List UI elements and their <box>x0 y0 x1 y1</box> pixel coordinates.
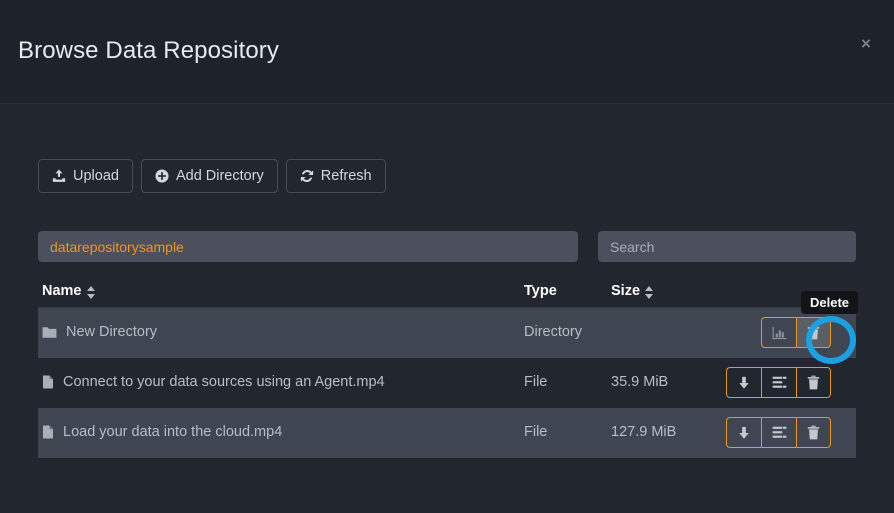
refresh-button[interactable]: Refresh <box>285 159 386 193</box>
bar-chart-icon <box>772 326 787 340</box>
row-size-cell: 127.9 MiB <box>611 424 677 440</box>
column-header-type-label: Type <box>524 283 557 299</box>
sort-icon[interactable] <box>86 285 95 299</box>
sort-icon[interactable] <box>645 285 654 299</box>
delete-button[interactable] <box>796 367 831 398</box>
download-icon <box>737 426 751 440</box>
statistics-button[interactable] <box>761 317 796 348</box>
column-header-name[interactable]: Name <box>42 283 95 299</box>
column-header-size[interactable]: Size <box>611 283 654 299</box>
add-directory-button-label: Add Directory <box>175 168 264 184</box>
row-actions <box>726 417 831 448</box>
column-header-type[interactable]: Type <box>524 283 557 299</box>
row-size-cell: 35.9 MiB <box>611 374 669 390</box>
add-directory-button[interactable]: Add Directory <box>140 159 278 193</box>
upload-icon <box>52 169 66 183</box>
row-name-cell: New Directory <box>42 324 157 340</box>
download-button[interactable] <box>726 367 761 398</box>
refresh-button-label: Refresh <box>320 168 372 184</box>
path-input[interactable] <box>38 231 578 262</box>
trash-icon <box>807 375 820 390</box>
toolbar: Upload Add Directory Refresh <box>38 159 386 193</box>
row-name-label: New Directory <box>66 324 158 340</box>
row-actions <box>761 317 831 348</box>
delete-button[interactable] <box>796 317 831 348</box>
file-table: Name Type Size New Directory Directory C… <box>38 280 856 458</box>
folder-icon <box>42 326 57 339</box>
column-header-size-label: Size <box>611 283 641 299</box>
filter-row <box>38 231 856 262</box>
page-title: Browse Data Repository <box>18 37 279 64</box>
file-icon <box>42 425 54 439</box>
browse-data-repository-dialog: Browse Data Repository × Upload Add Dire… <box>0 0 894 513</box>
details-button[interactable] <box>761 367 796 398</box>
table-row[interactable]: Load your data into the cloud.mp4 File 1… <box>38 408 856 458</box>
upload-button[interactable]: Upload <box>38 159 133 193</box>
list-icon <box>772 376 787 389</box>
row-actions <box>726 367 831 398</box>
plus-circle-icon <box>155 169 169 183</box>
row-type-cell: File <box>524 424 548 440</box>
upload-button-label: Upload <box>73 168 119 184</box>
refresh-icon <box>300 169 314 183</box>
download-button[interactable] <box>726 417 761 448</box>
delete-button[interactable] <box>796 417 831 448</box>
download-icon <box>737 376 751 390</box>
row-name-label: Connect to your data sources using an Ag… <box>63 374 385 390</box>
table-row[interactable]: New Directory Directory <box>38 308 856 358</box>
file-icon <box>42 375 54 389</box>
delete-tooltip: Delete <box>801 291 859 314</box>
details-button[interactable] <box>761 417 796 448</box>
table-header-row: Name Type Size <box>38 280 856 308</box>
row-type-cell: File <box>524 374 548 390</box>
row-name-cell: Load your data into the cloud.mp4 <box>42 424 282 440</box>
search-input[interactable] <box>598 231 856 262</box>
list-icon <box>772 426 787 439</box>
row-name-cell: Connect to your data sources using an Ag… <box>42 374 385 390</box>
close-icon[interactable]: × <box>855 33 877 55</box>
table-row[interactable]: Connect to your data sources using an Ag… <box>38 358 856 408</box>
column-header-name-label: Name <box>42 283 82 299</box>
row-name-label: Load your data into the cloud.mp4 <box>63 424 283 440</box>
row-type-cell: Directory <box>524 324 583 340</box>
trash-icon <box>807 425 820 440</box>
trash-icon <box>807 325 820 340</box>
dialog-header: Browse Data Repository × <box>0 0 894 104</box>
